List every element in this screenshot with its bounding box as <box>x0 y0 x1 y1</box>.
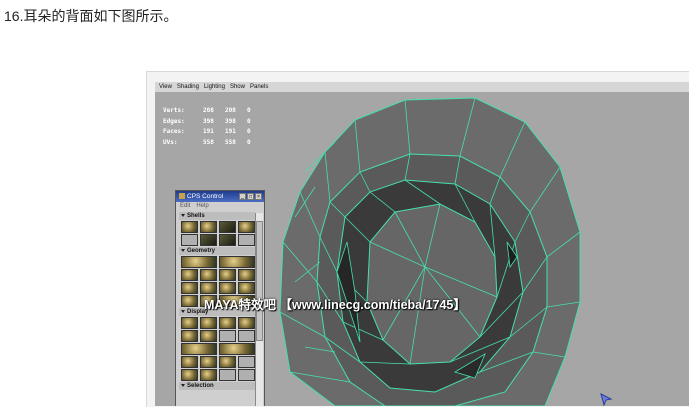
scrollbar-thumb[interactable] <box>256 221 263 341</box>
menu-panels[interactable]: Panels <box>250 82 268 92</box>
maya-logo-icon <box>179 193 185 200</box>
shells-tools-row-2 <box>181 234 255 246</box>
3d-viewport[interactable]: Verts: 208 208 0 Edges: 398 398 0 Faces:… <box>155 92 689 406</box>
tool-button[interactable] <box>200 234 217 246</box>
site-watermark: MAYA特效吧 【www.linecg.com/tieba/1745】 <box>204 298 466 312</box>
geometry-tools-row-3 <box>181 282 255 294</box>
menu-help[interactable]: Help <box>196 202 208 211</box>
geometry-tools-row-2 <box>181 269 255 281</box>
tool-button[interactable] <box>238 221 255 233</box>
tool-button[interactable] <box>181 343 217 355</box>
hud-row-faces: Faces: 191 191 0 <box>163 128 251 135</box>
cps-menubar: Edit Help <box>176 202 264 211</box>
tool-button[interactable] <box>219 330 236 342</box>
menu-show[interactable]: Show <box>230 82 245 92</box>
hud-row-edges: Edges: 398 398 0 <box>163 117 251 125</box>
collapse-arrow-icon <box>181 213 185 217</box>
tool-button[interactable] <box>200 369 217 381</box>
display-tools-row-5 <box>181 369 255 381</box>
tool-button[interactable] <box>238 234 255 246</box>
tool-button[interactable] <box>219 234 236 246</box>
viewport-menubar: View Shading Lighting Show Panels <box>155 82 689 92</box>
maximize-button[interactable]: □ <box>247 193 254 200</box>
tool-button[interactable] <box>181 317 198 329</box>
tool-button[interactable] <box>219 282 236 294</box>
menu-shading[interactable]: Shading <box>177 82 199 92</box>
collapse-arrow-icon <box>181 383 185 387</box>
tool-button[interactable] <box>219 343 255 355</box>
minimize-button[interactable]: _ <box>239 193 246 200</box>
section-shells[interactable]: Shells <box>179 212 255 220</box>
maya-window: View Shading Lighting Show Panels Verts:… <box>155 82 689 406</box>
tool-button[interactable] <box>181 221 198 233</box>
close-button[interactable]: × <box>255 193 262 200</box>
tool-button[interactable] <box>219 356 236 368</box>
collapse-arrow-icon <box>181 248 185 252</box>
tool-button[interactable] <box>238 269 255 281</box>
menu-lighting[interactable]: Lighting <box>204 82 225 92</box>
tool-button[interactable] <box>219 317 236 329</box>
tool-button[interactable] <box>181 330 198 342</box>
step-caption: 16.耳朵的背面如下图所示。 <box>4 8 178 24</box>
cps-title-bar[interactable]: CPS Control _ □ × <box>176 191 264 202</box>
tool-button[interactable] <box>238 369 255 381</box>
tool-button[interactable] <box>200 356 217 368</box>
menu-edit[interactable]: Edit <box>180 202 190 211</box>
tool-button[interactable] <box>219 256 255 268</box>
tool-button[interactable] <box>181 295 198 307</box>
shells-tools-row-1 <box>181 221 255 233</box>
tool-button[interactable] <box>200 330 217 342</box>
collapse-arrow-icon <box>181 309 185 313</box>
display-tools-row-1 <box>181 317 255 329</box>
tool-button[interactable] <box>200 221 217 233</box>
section-selection[interactable]: Selection <box>179 382 255 390</box>
display-tools-row-3 <box>181 343 255 355</box>
tool-button[interactable] <box>219 221 236 233</box>
tool-button[interactable] <box>238 330 255 342</box>
arrow-cursor-icon <box>600 393 613 406</box>
tool-button[interactable] <box>181 269 198 281</box>
poly-count-hud: Verts: 208 208 0 Edges: 398 398 0 Faces:… <box>163 106 269 148</box>
hud-row-uvs: UVs: 558 558 0 <box>163 138 251 146</box>
tool-button[interactable] <box>181 256 217 268</box>
geometry-tools-row-1 <box>181 256 255 268</box>
tool-button[interactable] <box>181 356 198 368</box>
tool-button[interactable] <box>181 369 198 381</box>
display-tools-row-4 <box>181 356 255 368</box>
tool-button[interactable] <box>238 317 255 329</box>
menu-view[interactable]: View <box>159 82 172 92</box>
tool-button[interactable] <box>238 282 255 294</box>
display-tools-row-2 <box>181 330 255 342</box>
tool-button[interactable] <box>219 269 236 281</box>
tool-button[interactable] <box>200 269 217 281</box>
tool-button[interactable] <box>181 282 198 294</box>
window-buttons: _ □ × <box>239 193 262 200</box>
section-geometry[interactable]: Geometry <box>179 247 255 255</box>
tool-button[interactable] <box>238 356 255 368</box>
hud-row-verts: Verts: 208 208 0 <box>163 107 251 114</box>
tool-button[interactable] <box>200 282 217 294</box>
tool-button[interactable] <box>200 317 217 329</box>
tool-button[interactable] <box>181 234 198 246</box>
tool-button[interactable] <box>219 369 236 381</box>
